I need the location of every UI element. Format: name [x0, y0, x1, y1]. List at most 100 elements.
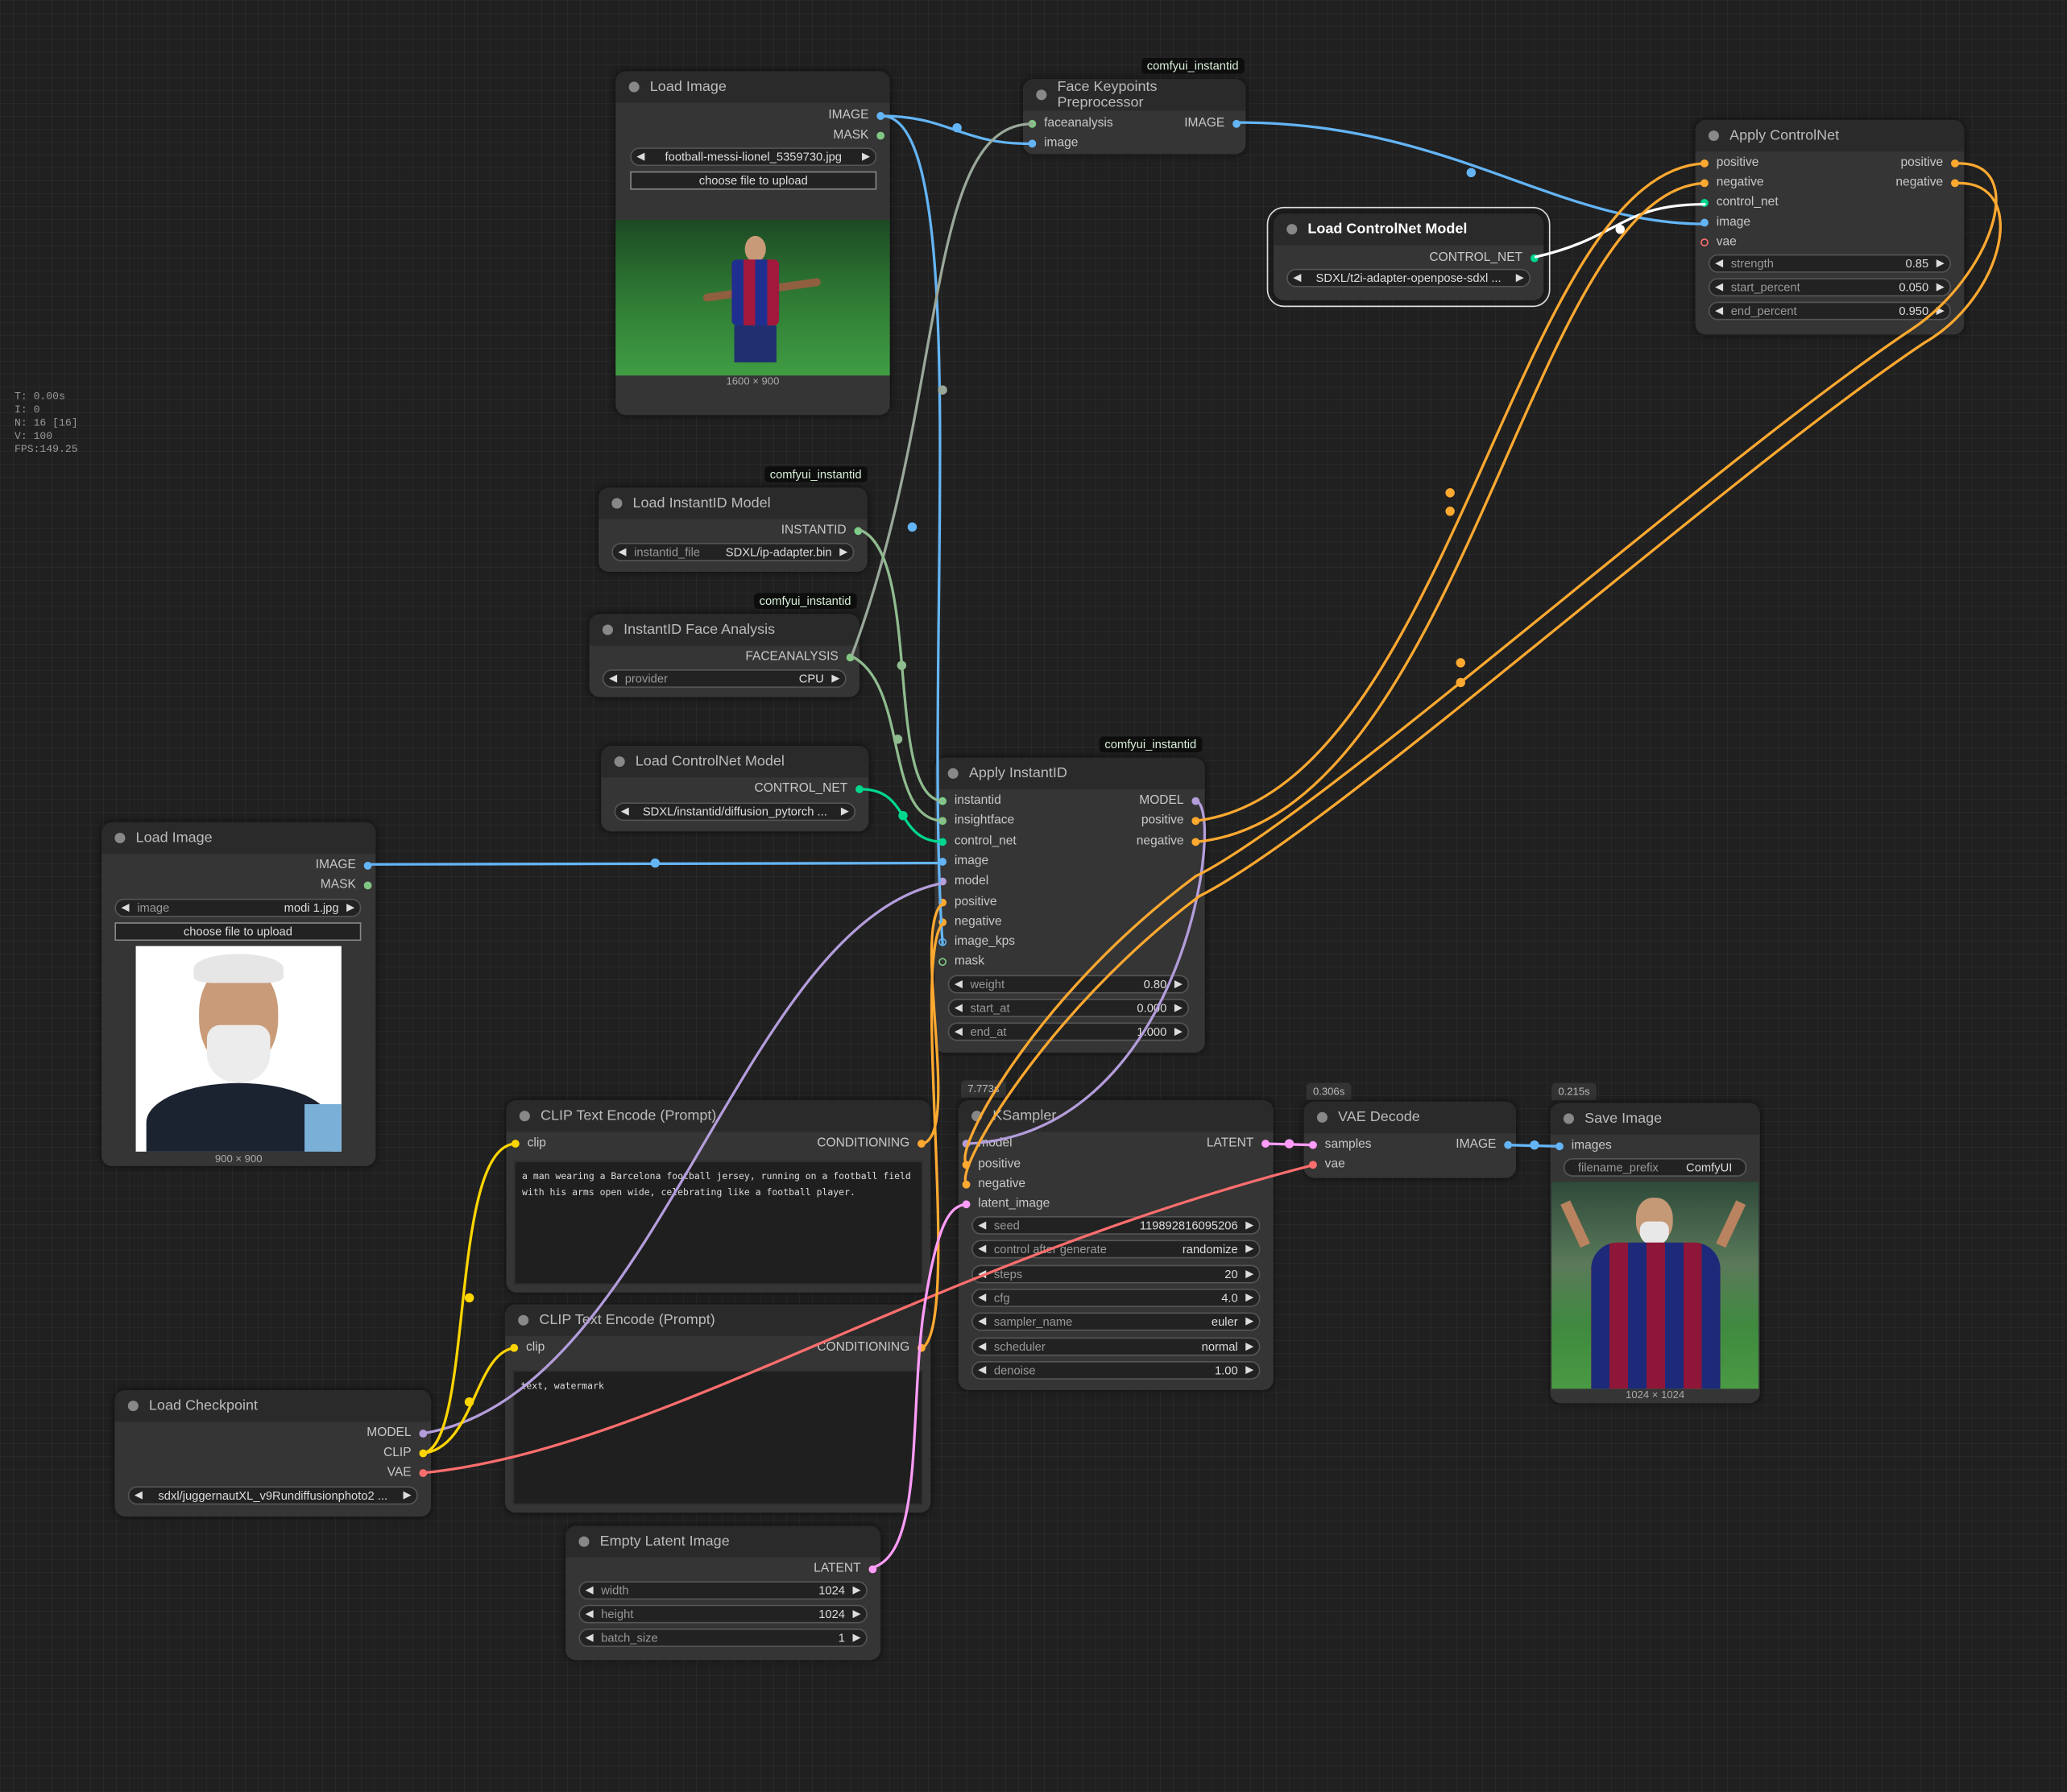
wire-midpoint-dot[interactable]	[897, 660, 907, 670]
filename-prefix-text[interactable]: filename_prefix ComfyUI	[1563, 1158, 1747, 1177]
start-percent-slider[interactable]: ◀ start_percent 0.050 ▶	[1708, 278, 1952, 297]
input-image[interactable]: image	[938, 854, 988, 870]
left-arrow-icon[interactable]: ◀	[609, 672, 617, 684]
socket-dot-icon[interactable]	[1700, 238, 1709, 246]
wire-midpoint-dot[interactable]	[938, 385, 947, 395]
output-vae[interactable]: VAE	[387, 1465, 428, 1481]
output-negative[interactable]: negative	[1895, 176, 1959, 192]
image-file-combo[interactable]: ◀ image modi 1.jpg ▶	[114, 898, 362, 917]
socket-dot-icon[interactable]	[1700, 218, 1709, 227]
right-arrow-icon[interactable]: ▶	[346, 901, 354, 913]
wire-midpoint-dot[interactable]	[1466, 168, 1477, 178]
output-image[interactable]: IMAGE	[828, 108, 885, 124]
socket-dot-icon[interactable]	[938, 918, 947, 927]
right-arrow-icon[interactable]: ▶	[1245, 1291, 1253, 1303]
left-arrow-icon[interactable]: ◀	[619, 545, 627, 557]
right-arrow-icon[interactable]: ▶	[1245, 1268, 1253, 1280]
node-load-controlnet-instantid[interactable]: Load ControlNet Model CONTROL_NET ◀ SDXL/…	[601, 745, 869, 832]
node-title-bar[interactable]: Load InstantID Model	[598, 487, 868, 519]
left-arrow-icon[interactable]: ◀	[122, 901, 130, 913]
wire-midpoint-dot[interactable]	[1445, 507, 1455, 516]
node-load-image-messi[interactable]: Load Image IMAGE MASK ◀ football-messi-li…	[615, 71, 890, 416]
socket-dot-icon[interactable]	[363, 881, 372, 890]
start-at-slider[interactable]: ◀ start_at 0.000 ▶	[947, 999, 1190, 1017]
prompt-textarea[interactable]: a man wearing a Barcelona football jerse…	[514, 1161, 923, 1285]
right-arrow-icon[interactable]: ▶	[853, 1583, 861, 1595]
input-positive[interactable]: positive	[938, 895, 997, 911]
node-title-bar[interactable]: Load ControlNet Model	[1273, 213, 1544, 246]
socket-dot-icon[interactable]	[511, 1140, 520, 1148]
socket-dot-icon[interactable]	[510, 1343, 519, 1352]
collapse-dot-icon[interactable]	[614, 756, 625, 768]
collapse-dot-icon[interactable]	[602, 624, 613, 635]
node-instantid-face-analysis[interactable]: InstantID Face Analysis FACEANALYSIS ◀ pr…	[589, 614, 860, 697]
socket-dot-icon[interactable]	[876, 131, 885, 140]
left-arrow-icon[interactable]: ◀	[1715, 304, 1723, 317]
output-positive[interactable]: positive	[1900, 155, 1959, 172]
socket-dot-icon[interactable]	[1951, 159, 1959, 168]
output-image[interactable]: IMAGE	[316, 858, 372, 874]
input-clip[interactable]: clip	[511, 1136, 546, 1152]
wire-midpoint-dot[interactable]	[464, 1397, 474, 1407]
right-arrow-icon[interactable]: ▶	[404, 1489, 412, 1501]
socket-dot-icon[interactable]	[938, 937, 947, 946]
socket-dot-icon[interactable]	[1700, 199, 1709, 207]
left-arrow-icon[interactable]: ◀	[978, 1340, 986, 1352]
left-arrow-icon[interactable]: ◀	[135, 1489, 143, 1501]
input-image[interactable]: image	[1028, 136, 1078, 152]
instantid-file-combo[interactable]: ◀ instantid_file SDXL/ip-adapter.bin ▶	[611, 543, 855, 561]
seed-number[interactable]: ◀ seed 119892816095206 ▶	[971, 1216, 1261, 1235]
wire-midpoint-dot[interactable]	[1456, 677, 1465, 688]
input-model[interactable]: model	[938, 874, 988, 890]
weight-slider[interactable]: ◀ weight 0.80 ▶	[947, 975, 1190, 994]
wire-midpoint-dot[interactable]	[1284, 1139, 1294, 1148]
socket-dot-icon[interactable]	[1028, 139, 1037, 148]
node-title-bar[interactable]: Load Image	[615, 71, 890, 103]
socket-dot-icon[interactable]	[854, 527, 863, 536]
socket-dot-icon[interactable]	[918, 1343, 926, 1352]
output-instantid[interactable]: INSTANTID	[781, 523, 863, 539]
socket-dot-icon[interactable]	[363, 861, 372, 870]
socket-dot-icon[interactable]	[938, 817, 947, 826]
scheduler-combo[interactable]: ◀ scheduler normal ▶	[971, 1337, 1261, 1356]
wire-midpoint-dot[interactable]	[898, 810, 908, 821]
left-arrow-icon[interactable]: ◀	[978, 1291, 986, 1303]
left-arrow-icon[interactable]: ◀	[621, 805, 629, 817]
node-title-bar[interactable]: Load ControlNet Model	[601, 745, 869, 778]
left-arrow-icon[interactable]: ◀	[978, 1219, 986, 1231]
node-empty-latent-image[interactable]: Empty Latent Image LATENT ◀ width 1024 ▶ ◀ h…	[565, 1525, 881, 1661]
collapse-dot-icon[interactable]	[127, 1401, 139, 1412]
socket-dot-icon[interactable]	[1555, 1142, 1564, 1151]
node-load-checkpoint[interactable]: Load Checkpoint MODEL CLIP VAE ◀ sdxl/jug…	[114, 1389, 432, 1517]
node-vae-decode[interactable]: VAE Decode samples vae IMAGE	[1303, 1101, 1516, 1178]
node-title-bar[interactable]: Apply InstantID	[934, 757, 1205, 789]
collapse-dot-icon[interactable]	[1286, 224, 1298, 235]
wire-image[interactable]	[880, 114, 944, 946]
node-title-bar[interactable]: Empty Latent Image	[565, 1525, 881, 1558]
output-latent[interactable]: LATENT	[814, 1562, 877, 1578]
wire-midpoint-dot[interactable]	[907, 522, 918, 532]
control-after-generate-combo[interactable]: ◀ control after generate randomize ▶	[971, 1240, 1261, 1259]
output-mask[interactable]: MASK	[833, 128, 885, 144]
output-control-net[interactable]: CONTROL_NET	[755, 781, 864, 797]
socket-dot-icon[interactable]	[846, 653, 855, 662]
collapse-dot-icon[interactable]	[971, 1111, 983, 1122]
input-negative[interactable]: negative	[962, 1177, 1025, 1193]
wire-control-net[interactable]	[862, 788, 946, 844]
socket-dot-icon[interactable]	[855, 785, 864, 793]
wire-clip[interactable]	[420, 1346, 517, 1455]
node-title-bar[interactable]: Apply ControlNet	[1695, 119, 1965, 152]
wire-midpoint-dot[interactable]	[1445, 488, 1455, 498]
output-image[interactable]: IMAGE	[1456, 1137, 1513, 1153]
wire-midpoint-dot[interactable]	[650, 858, 661, 868]
input-negative[interactable]: negative	[1700, 176, 1764, 192]
socket-dot-icon[interactable]	[1191, 838, 1200, 846]
node-title-bar[interactable]: InstantID Face Analysis	[589, 614, 860, 646]
collapse-dot-icon[interactable]	[114, 832, 126, 844]
wire-midpoint-dot[interactable]	[952, 122, 962, 133]
socket-dot-icon[interactable]	[1700, 179, 1709, 188]
socket-dot-icon[interactable]	[1261, 1140, 1270, 1148]
left-arrow-icon[interactable]: ◀	[955, 1025, 963, 1037]
node-clip-text-encode-positive[interactable]: CLIP Text Encode (Prompt) clip CONDITION…	[506, 1100, 931, 1293]
node-ksampler[interactable]: KSampler model positive negative latent_…	[958, 1100, 1274, 1390]
